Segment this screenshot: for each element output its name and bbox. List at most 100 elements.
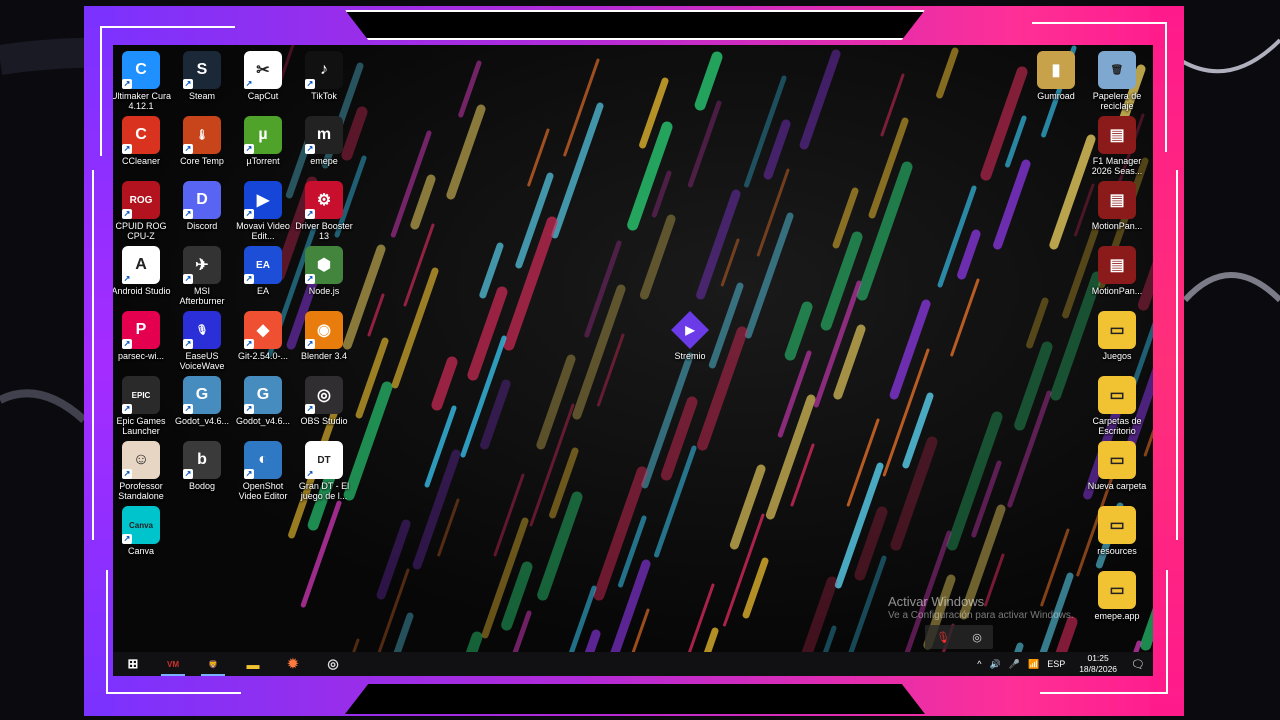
app-icon: µ ↗ <box>244 116 282 154</box>
shortcut-arrow-icon: ↗ <box>244 404 254 414</box>
recorder-icon[interactable]: ◎ <box>972 631 982 644</box>
desktop-icon[interactable]: 🗑 Papelera de reciclaje <box>1087 51 1147 111</box>
shortcut-arrow-icon: ↗ <box>122 144 132 154</box>
start-button[interactable]: ⊞ <box>113 652 153 676</box>
wallpaper-streak <box>742 557 769 619</box>
desktop-icon[interactable]: G ↗ Godot_v4.6... <box>233 376 293 426</box>
microphone-muted-icon[interactable]: 🎙 <box>936 631 950 644</box>
desktop-icon-label: Core Temp <box>180 156 224 166</box>
app-icon: ⚙ ↗ <box>305 181 343 219</box>
wallpaper-streak <box>431 356 458 411</box>
desktop-icon[interactable]: ◉ ↗ Blender 3.4 <box>294 311 354 361</box>
app-icon: EA ↗ <box>244 246 282 284</box>
language-indicator[interactable]: ESP <box>1047 659 1065 669</box>
wallpaper-streak <box>572 284 626 420</box>
desktop-icon[interactable]: ▶ ↗ Movavi Video Edit... <box>233 181 293 241</box>
desktop-icon[interactable]: EA ↗ EA <box>233 246 293 296</box>
desktop-icon-stremio[interactable]: ▶ Stremio <box>660 311 720 361</box>
desktop-icon[interactable]: S ↗ Steam <box>172 51 232 101</box>
app-icon: 🌡 ↗ <box>183 116 221 154</box>
desktop-icon-label: Porofessor Standalone <box>118 481 164 501</box>
wallpaper-streak <box>984 553 1005 607</box>
app-icon: ▭ <box>1098 571 1136 609</box>
voicemeeter-icon[interactable]: VM <box>153 652 193 676</box>
desktop-icon-label: emepe <box>310 156 338 166</box>
desktop[interactable]: C ↗ Ultimaker Cura 4.12.1 S ↗ Steam ✂ ↗ CapCut ♪ ↗… <box>113 45 1153 652</box>
desktop-icon[interactable]: EPIC ↗ Epic Games Launcher <box>113 376 171 436</box>
desktop-icon[interactable]: m ↗ emepe <box>294 116 354 166</box>
desktop-icon[interactable]: ▭ emepe.app <box>1087 571 1147 621</box>
desktop-icon[interactable]: 🌡 ↗ Core Temp <box>172 116 232 166</box>
app-icon: D ↗ <box>183 181 221 219</box>
wallpaper-streak <box>563 58 600 157</box>
desktop-icon-label: Nueva carpeta <box>1087 481 1147 491</box>
wallpaper-streak <box>820 231 863 331</box>
desktop-icon[interactable]: ⬢ ↗ Node.js <box>294 246 354 296</box>
desktop-icon[interactable]: ▮ Gumroad <box>1026 51 1086 101</box>
wallpaper-streak <box>696 189 741 300</box>
desktop-icon[interactable]: C ↗ Ultimaker Cura 4.12.1 <box>113 51 171 111</box>
desktop-icon[interactable]: P ↗ parsec-wi... <box>113 311 171 361</box>
desktop-icon[interactable]: ROG ↗ CPUID ROG CPU-Z <box>113 181 171 241</box>
app-icon: P ↗ <box>122 311 160 349</box>
shortcut-arrow-icon: ↗ <box>183 469 193 479</box>
taskbar: ⊞ VM 🦁 ▬ ✹ ◎ ^ 🔊 🎤 📶 ESP 01:25 18/8/2026 🗨 <box>113 652 1153 676</box>
desktop-icon[interactable]: ⚙ ↗ Driver Booster 13 <box>294 181 354 241</box>
desktop-icon[interactable]: ✂ ↗ CapCut <box>233 51 293 101</box>
brave-icon[interactable]: 🦁 <box>193 652 233 676</box>
wallpaper-streak <box>501 561 533 631</box>
desktop-icon-label: Steam <box>188 91 215 101</box>
desktop-icon[interactable]: ♪ ↗ TikTok <box>294 51 354 101</box>
shortcut-arrow-icon: ↗ <box>183 209 193 219</box>
desktop-icon[interactable]: ▭ resources <box>1087 506 1147 556</box>
volume-icon[interactable]: 🔊 <box>990 659 1001 670</box>
clock[interactable]: 01:25 18/8/2026 <box>1079 653 1117 675</box>
desktop-icon[interactable]: µ ↗ µTorrent <box>233 116 293 166</box>
desktop-icon-label: Carpetas de Escritorio <box>1092 416 1142 436</box>
file-explorer-icon[interactable]: ▬ <box>233 652 273 676</box>
wallpaper-streak <box>479 242 504 299</box>
desktop-icon[interactable]: ▭ Nueva carpeta <box>1087 441 1147 491</box>
wallpaper-streak <box>536 354 576 450</box>
app-icon: m ↗ <box>305 116 343 154</box>
desktop-icon[interactable]: ◎ ↗ OBS Studio <box>294 376 354 426</box>
settings-sun-icon[interactable]: ✹ <box>273 652 313 676</box>
desktop-icon[interactable]: Canva ↗ Canva <box>113 506 171 556</box>
app-icon: S ↗ <box>183 51 221 89</box>
activation-watermark-subtitle: Ve a Configuración para activar Windows. <box>888 610 1074 621</box>
desktop-icon[interactable]: D ↗ Discord <box>172 181 232 231</box>
app-icon: C ↗ <box>122 116 160 154</box>
app-icon: ◐ ↗ <box>244 441 282 479</box>
desktop-icon[interactable]: ◆ ↗ Git-2.54.0-... <box>233 311 293 361</box>
desktop-icon[interactable]: b ↗ Bodog <box>172 441 232 491</box>
microphone-icon[interactable]: 🎤 <box>1009 659 1020 670</box>
screen-recorder-icon[interactable]: ◎ <box>313 652 353 676</box>
desktop-icon[interactable]: DT ↗ Gran DT - El juego de l... <box>294 441 354 501</box>
desktop-icon[interactable]: G ↗ Godot_v4.6... <box>172 376 232 426</box>
desktop-icon[interactable]: ▤ MotionPan... <box>1087 181 1147 231</box>
wifi-icon[interactable]: 📶 <box>1028 659 1039 670</box>
app-icon: ▶ ↗ <box>244 181 282 219</box>
shortcut-arrow-icon: ↗ <box>122 534 132 544</box>
app-icon: ◉ ↗ <box>305 311 343 349</box>
desktop-icon[interactable]: ◐ ↗ OpenShot Video Editor <box>233 441 293 501</box>
desktop-icon[interactable]: ▭ Juegos <box>1087 311 1147 361</box>
desktop-icon-label: EaseUS VoiceWave <box>179 351 225 371</box>
wallpaper-streak <box>568 585 597 652</box>
chevron-up-icon[interactable]: ^ <box>977 659 981 669</box>
desktop-icon[interactable]: ▤ F1 Manager 2026 Seas... <box>1087 116 1147 176</box>
desktop-icon[interactable]: 🎙 ↗ EaseUS VoiceWave <box>172 311 232 371</box>
shortcut-arrow-icon: ↗ <box>244 469 254 479</box>
wallpaper-streak <box>551 102 604 239</box>
desktop-icon[interactable]: ▤ MotionPan... <box>1087 246 1147 296</box>
desktop-icon[interactable]: C ↗ CCleaner <box>113 116 171 166</box>
notification-center-icon[interactable]: 🗨 <box>1131 658 1145 671</box>
desktop-icon[interactable]: ▭ Carpetas de Escritorio <box>1087 376 1147 436</box>
wallpaper-streak <box>610 559 651 652</box>
shortcut-arrow-icon: ↗ <box>122 209 132 219</box>
desktop-icon[interactable]: ✈ ↗ MSI Afterburner <box>172 246 232 306</box>
desktop-icon[interactable]: A ↗ Android Studio <box>113 246 171 296</box>
desktop-icon[interactable]: ☺ ↗ Porofessor Standalone <box>113 441 171 501</box>
desktop-icon-label: Juegos <box>1102 351 1132 361</box>
desktop-icon-label: MSI Afterburner <box>179 286 225 306</box>
